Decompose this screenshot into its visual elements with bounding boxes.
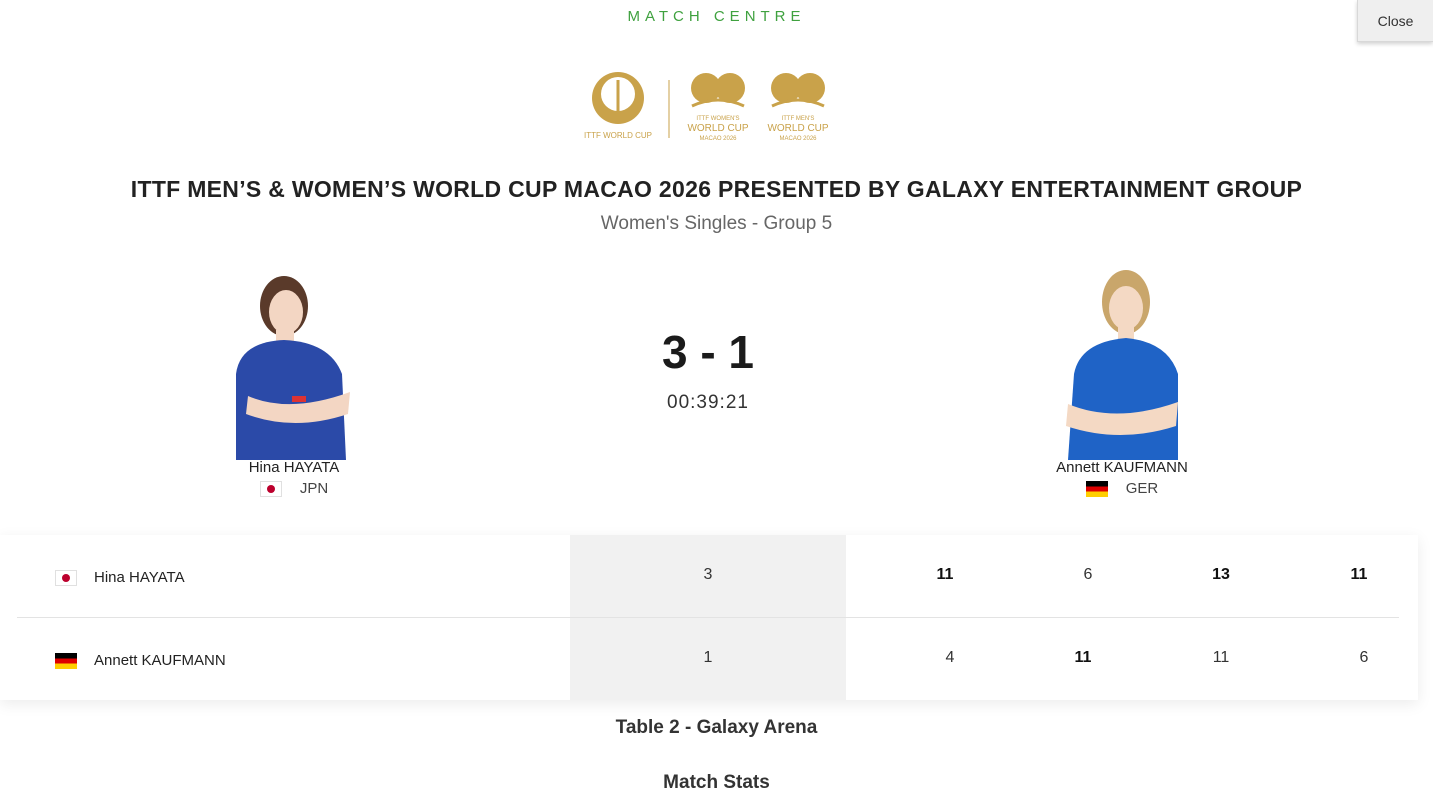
player-1-country: JPN <box>194 480 394 497</box>
row-1-game-4: 11 <box>1350 566 1368 583</box>
row-1-match-games: 3 <box>703 566 713 583</box>
event-title: ITTF MEN’S & WOMEN’S WORLD CUP MACAO 202… <box>130 176 1303 202</box>
match-duration: 00:39:21 <box>667 392 749 413</box>
table-row-player-1[interactable]: Hina HAYATA <box>55 569 185 586</box>
player-2-photo <box>1066 270 1178 460</box>
row-1-game-1: 11 <box>936 566 954 583</box>
womens-world-cup-logo: ITTF WOMEN'S WORLD CUP MACAO 2026 <box>687 73 749 142</box>
svg-text:ITTF MEN'S: ITTF MEN'S <box>782 116 815 122</box>
row-2-game-3: 11 <box>1212 649 1230 666</box>
player-1-name[interactable]: Hina HAYATA <box>194 459 394 476</box>
venue-label: Table 2 - Galaxy Arena <box>615 717 818 738</box>
flag-japan-icon <box>259 480 282 497</box>
svg-text:WORLD CUP: WORLD CUP <box>767 123 828 134</box>
event-logos: ITTF WORLD CUP ITTF WOMEN'S WORLD CUP MA… <box>584 72 829 142</box>
table-row-player-2[interactable]: Annett KAUFMANN <box>55 652 226 669</box>
row-2-game-4: 6 <box>1359 649 1369 666</box>
svg-text:MACAO 2026: MACAO 2026 <box>779 136 817 142</box>
match-stats-link[interactable]: Match Stats <box>0 772 1433 794</box>
ittf-world-cup-logo: ITTF WORLD CUP <box>584 72 652 140</box>
player-2-name[interactable]: Annett KAUFMANN <box>1022 459 1222 476</box>
row-1-player-name: Hina HAYATA <box>94 569 185 586</box>
logo1-text: ITTF WORLD CUP <box>584 131 652 140</box>
row-1-game-2: 6 <box>1083 566 1093 583</box>
row-2-game-1: 4 <box>945 649 955 666</box>
close-button[interactable]: Close <box>1357 0 1433 42</box>
svg-text:ITTF WOMEN'S: ITTF WOMEN'S <box>696 116 739 122</box>
match-score: 3 - 1 <box>661 326 755 378</box>
row-divider <box>17 617 1399 618</box>
svg-text:MACAO 2026: MACAO 2026 <box>699 136 737 142</box>
flag-germany-icon <box>55 652 77 669</box>
svg-text:WORLD CUP: WORLD CUP <box>687 123 748 134</box>
player-1-photo <box>236 276 350 460</box>
mens-world-cup-logo: ITTF MEN'S WORLD CUP MACAO 2026 <box>767 73 829 142</box>
section-label: MATCH CENTRE <box>627 8 806 25</box>
score-table: Hina HAYATA 3 11 6 13 11 Annett KAUFMANN… <box>0 535 1418 700</box>
player-2-country: GER <box>1022 480 1222 497</box>
player-1-country-code: JPN <box>299 480 329 497</box>
row-2-player-name: Annett KAUFMANN <box>94 652 226 669</box>
row-2-game-2: 11 <box>1074 649 1092 666</box>
flag-japan-icon <box>55 569 77 586</box>
event-subtitle: Women's Singles - Group 5 <box>600 213 833 234</box>
row-2-match-games: 1 <box>703 649 713 666</box>
row-1-game-3: 13 <box>1212 566 1230 583</box>
player-2-country-code: GER <box>1125 480 1159 497</box>
flag-germany-icon <box>1085 480 1108 497</box>
